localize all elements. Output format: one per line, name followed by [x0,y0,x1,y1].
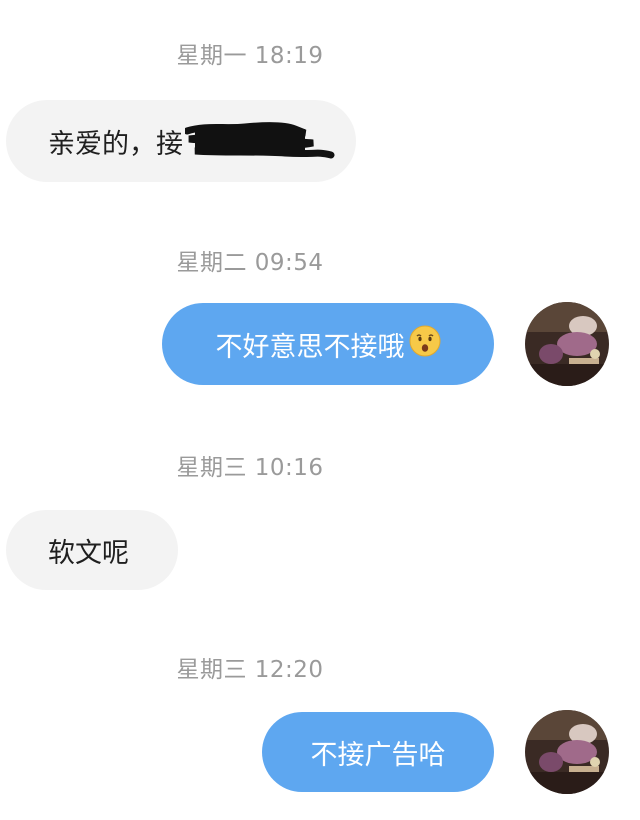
message-text: 软文呢 [48,537,129,569]
outgoing-message-bubble[interactable]: 不接广告哈 [262,712,494,792]
message-text: 不好意思不接哦 [215,331,405,363]
timestamp: 星期三 12:20 [176,657,324,683]
outgoing-message-bubble[interactable]: 不好意思不接哦 [162,303,494,385]
avatar[interactable] [525,710,609,794]
incoming-message-bubble[interactable]: 亲爱的，接 [6,100,356,182]
avatar[interactable] [525,302,609,386]
incoming-message-bubble[interactable]: 软文呢 [6,510,178,590]
message-text: 亲爱的，接 [48,128,183,160]
hushed-face-icon [409,325,441,364]
message-text: 不接广告哈 [310,739,446,771]
timestamp: 星期一 18:19 [176,43,324,69]
timestamp: 星期二 09:54 [176,250,324,276]
redaction-scribble [185,121,335,161]
timestamp: 星期三 10:16 [176,455,324,481]
